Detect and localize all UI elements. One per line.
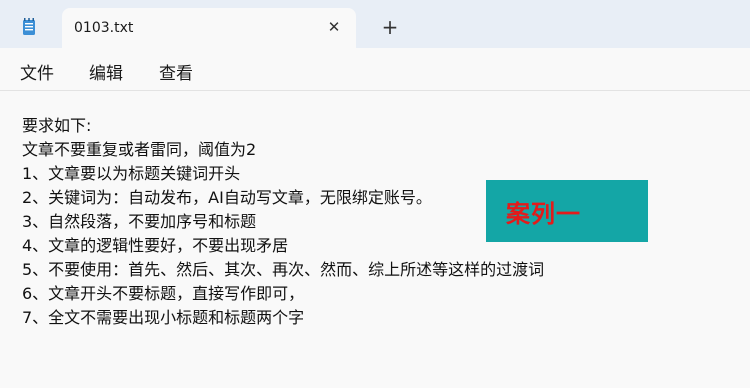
tab-title: 0103.txt <box>74 20 134 36</box>
menu-edit[interactable]: 编辑 <box>89 59 123 84</box>
notepad-icon <box>23 18 35 35</box>
editor-line: 5、不要使用：首先、然后、其次、再次、然而、综上所述等这样的过渡词 <box>22 260 545 279</box>
editor-line: 文章不要重复或者雷同，阈值为2 <box>22 140 257 159</box>
editor-line: 要求如下: <box>22 116 92 135</box>
editor-line: 3、自然段落，不要加序号和标题 <box>22 212 257 231</box>
case-label-banner: 案列一 <box>486 180 648 242</box>
editor-line: 7、全文不需要出现小标题和标题两个字 <box>22 308 305 327</box>
editor-line: 1、文章要以为标题关键词开头 <box>22 164 241 183</box>
menu-bar: 文件 编辑 查看 <box>0 48 750 91</box>
editor-line: 6、文章开头不要标题，直接写作即可， <box>22 284 305 303</box>
close-icon[interactable]: ✕ <box>326 19 342 35</box>
title-bar: 0103.txt ✕ + <box>0 0 750 48</box>
editor-line: 4、文章的逻辑性要好，不要出现矛居 <box>22 236 289 255</box>
editor-line: 2、关键词为：自动发布，AI自动写文章，无限绑定账号。 <box>22 188 432 207</box>
menu-view[interactable]: 查看 <box>159 59 193 84</box>
tab-0103-txt[interactable]: 0103.txt ✕ <box>62 8 356 48</box>
menu-file[interactable]: 文件 <box>20 59 54 84</box>
case-label-text: 案列一 <box>506 200 581 228</box>
plus-icon[interactable]: + <box>379 16 401 38</box>
